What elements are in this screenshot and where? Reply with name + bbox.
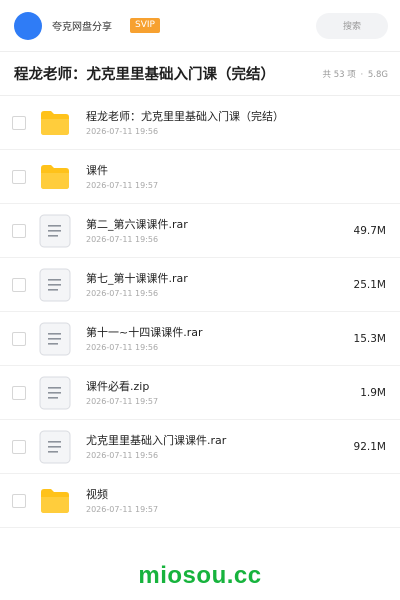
archive-icon (38, 214, 72, 248)
file-info: 第十一~十四课课件.rar 2026-07-11 19:56 (86, 325, 346, 353)
watermark: miosou.cc (138, 562, 262, 589)
file-info: 课件 2026-07-11 19:57 (86, 163, 378, 191)
file-date: 2026-07-11 19:56 (86, 234, 159, 244)
file-info: 第二_第六课课件.rar 2026-07-11 19:56 (86, 217, 346, 245)
file-name: 第十一~十四课课件.rar (86, 325, 203, 339)
file-size: 25.1M (353, 278, 386, 291)
file-name: 程龙老师：尤克里里基础入门课（完结） (86, 109, 284, 123)
row-checkbox[interactable] (12, 331, 26, 346)
archive-icon (38, 430, 72, 464)
row-checkbox[interactable] (12, 169, 26, 184)
file-info: 课件必看.zip 2026-07-11 19:57 (86, 379, 352, 407)
file-row[interactable]: 课件 2026-07-11 19:57 (0, 150, 400, 204)
file-row[interactable]: 第七_第十课课件.rar 2026-07-11 19:56 25.1M (0, 258, 400, 312)
file-name: 第七_第十课课件.rar (86, 271, 188, 285)
archive-icon (38, 268, 72, 302)
file-name: 尤克里里基础入门课课件.rar (86, 433, 227, 447)
file-info: 尤克里里基础入门课课件.rar 2026-07-11 19:56 (86, 433, 346, 461)
file-date: 2026-07-11 19:56 (86, 450, 159, 460)
svip-badge: SVIP (130, 18, 160, 33)
folder-title-bar: 程龙老师：尤克里里基础入门课（完结） 共 53 项 · 5.8G (0, 52, 400, 96)
file-info: 第七_第十课课件.rar 2026-07-11 19:56 (86, 271, 346, 299)
file-size: 15.3M (353, 332, 386, 345)
row-checkbox[interactable] (12, 385, 26, 400)
page-title: 程龙老师：尤克里里基础入门课（完结） (14, 67, 275, 83)
row-checkbox[interactable] (12, 223, 26, 238)
folder-size: 5.8G (367, 69, 388, 80)
row-checkbox[interactable] (12, 439, 26, 454)
row-checkbox[interactable] (12, 277, 26, 292)
file-size: 92.1M (353, 440, 386, 453)
folder-icon (38, 160, 72, 194)
archive-icon (38, 376, 72, 410)
file-row[interactable]: 程龙老师：尤克里里基础入门课（完结） 2026-07-11 19:56 (0, 96, 400, 150)
file-size: 1.9M (360, 386, 386, 399)
file-row[interactable]: 第二_第六课课件.rar 2026-07-11 19:56 49.7M (0, 204, 400, 258)
search-button[interactable]: 搜索 (316, 12, 388, 39)
file-date: 2026-07-11 19:56 (86, 126, 159, 136)
file-row[interactable]: 课件必看.zip 2026-07-11 19:57 1.9M (0, 366, 400, 420)
file-date: 2026-07-11 19:57 (86, 180, 159, 190)
item-count: 共 53 项 (322, 69, 356, 80)
file-list: 程龙老师：尤克里里基础入门课（完结） 2026-07-11 19:56 课件 2026… (0, 96, 400, 528)
file-row[interactable]: 尤克里里基础入门课课件.rar 2026-07-11 19:56 92.1M (0, 420, 400, 474)
file-name: 课件必看.zip (86, 379, 150, 393)
folder-meta: 共 53 项 · 5.8G (323, 68, 388, 80)
file-date: 2026-07-11 19:56 (86, 288, 159, 298)
archive-icon (38, 322, 72, 356)
meta-separator: · (360, 69, 364, 80)
file-date: 2026-07-11 19:56 (86, 342, 159, 352)
file-name: 视频 (86, 487, 108, 501)
file-size: 49.7M (353, 224, 386, 237)
folder-icon (38, 106, 72, 140)
file-name: 课件 (86, 163, 108, 177)
file-row[interactable]: 视频 2026-07-11 19:57 (0, 474, 400, 528)
file-info: 程龙老师：尤克里里基础入门课（完结） 2026-07-11 19:56 (86, 109, 378, 137)
search-label: 搜索 (342, 22, 361, 32)
file-date: 2026-07-11 19:57 (86, 504, 159, 514)
file-row[interactable]: 第十一~十四课课件.rar 2026-07-11 19:56 15.3M (0, 312, 400, 366)
file-date: 2026-07-11 19:57 (86, 396, 159, 406)
avatar[interactable] (14, 11, 42, 40)
file-name: 第二_第六课课件.rar (86, 217, 188, 231)
folder-icon (38, 484, 72, 518)
app-name: 夸克网盘分享 (52, 22, 112, 33)
share-header: 夸克网盘分享 SVIP 搜索 (0, 0, 400, 52)
row-checkbox[interactable] (12, 115, 26, 130)
row-checkbox[interactable] (12, 493, 26, 508)
file-info: 视频 2026-07-11 19:57 (86, 487, 378, 515)
